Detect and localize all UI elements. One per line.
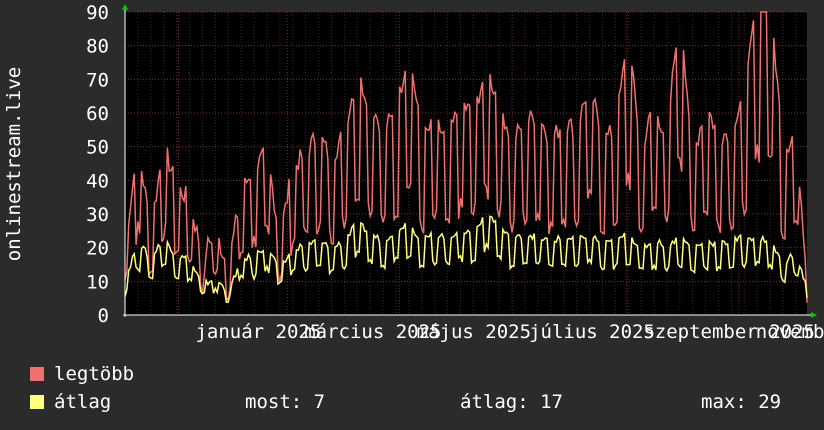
x-ticks: január 2025március 2025május 2025július … — [195, 321, 824, 343]
y-tick-label: 30 — [86, 204, 109, 226]
y-axis-label: onlinestream.live — [3, 67, 25, 261]
stat-now: most: 7 — [245, 391, 326, 413]
y-tick-label: 40 — [86, 170, 109, 192]
x-tick-label: július 2025 — [529, 321, 655, 343]
y-axis-arrow-icon — [122, 4, 128, 10]
y-tick-label: 0 — [98, 305, 109, 327]
legend-item-avg: átlag — [30, 391, 111, 413]
x-tick-label: november 2025 — [756, 321, 824, 343]
legend-swatch-max — [30, 367, 44, 381]
legend-swatch-avg — [30, 395, 44, 409]
y-tick-label: 10 — [86, 271, 109, 293]
x-axis-arrow-icon — [811, 312, 817, 318]
y-tick-label: 60 — [86, 103, 109, 125]
stat-max: max: 29 — [701, 391, 782, 413]
legend-label-avg: átlag — [54, 391, 112, 413]
y-ticks: 0 10 20 30 40 50 60 70 80 90 — [86, 2, 109, 327]
stat-average: átlag: 17 — [460, 391, 563, 413]
x-tick-label: május 2025 — [417, 321, 531, 343]
y-tick-label: 70 — [86, 69, 109, 91]
x-tick-label: január 2025 — [195, 321, 321, 343]
y-tick-label: 90 — [86, 2, 109, 24]
plot-area — [125, 12, 807, 315]
y-tick-label: 80 — [86, 36, 109, 58]
y-tick-label: 20 — [86, 238, 109, 260]
legend-item-max: legtöbb — [30, 363, 134, 385]
y-tick-label: 50 — [86, 137, 109, 159]
legend-label-max: legtöbb — [54, 363, 135, 385]
